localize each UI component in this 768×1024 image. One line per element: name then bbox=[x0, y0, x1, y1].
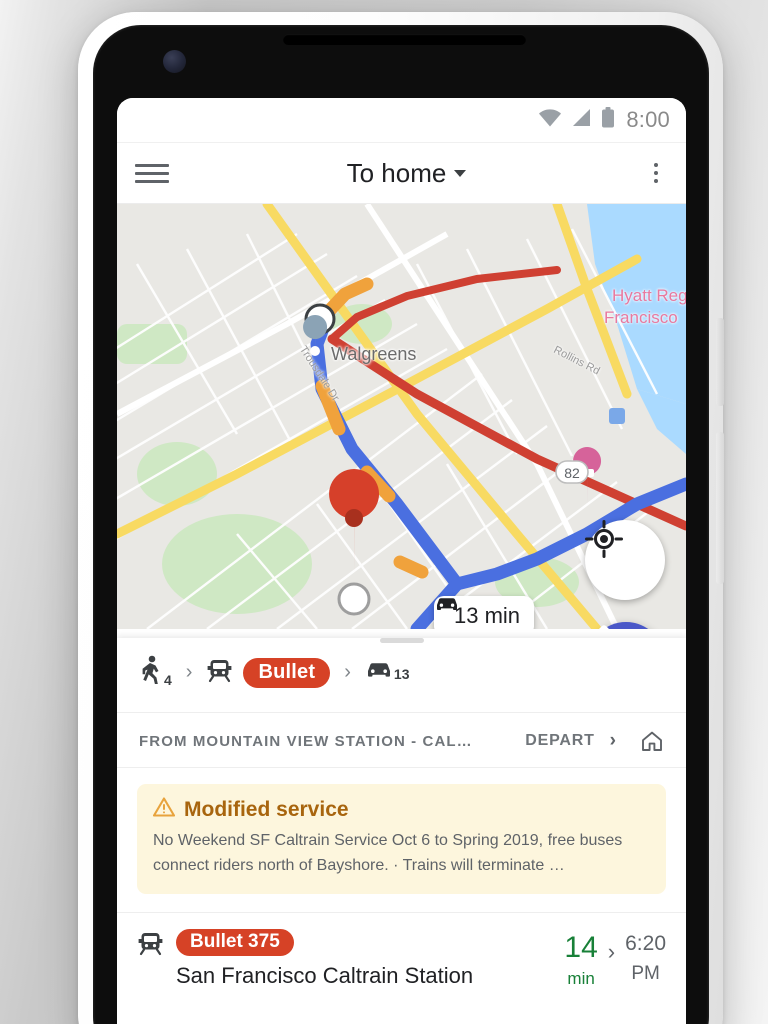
svg-text:82: 82 bbox=[564, 465, 580, 481]
departure-minutes-block: 14 min bbox=[564, 930, 598, 989]
alert-title: Modified service bbox=[184, 797, 349, 821]
home-icon[interactable] bbox=[640, 729, 664, 753]
departure-minutes-unit: min bbox=[567, 968, 595, 988]
volume-button[interactable] bbox=[716, 432, 724, 584]
from-station-label: FROM MOUNTAIN VIEW STATION - CAL… bbox=[139, 732, 473, 750]
departure-time: 6:20 bbox=[625, 931, 666, 955]
table-row[interactable]: Bullet 375 San Francisco Caltrain Statio… bbox=[117, 911, 686, 999]
departure-line-row: Bullet 375 bbox=[176, 928, 552, 956]
alert-header: Modified service bbox=[152, 797, 650, 822]
app-bar: To home bbox=[117, 143, 686, 204]
departure-destination: San Francisco Caltrain Station bbox=[176, 962, 474, 988]
cell-signal-icon bbox=[571, 108, 592, 132]
chevron-right-icon: › bbox=[185, 661, 193, 683]
eta-text: 13 min bbox=[454, 603, 521, 628]
walk-icon bbox=[139, 655, 163, 690]
battery-icon bbox=[601, 107, 615, 133]
alert-body-text: No Weekend SF Caltrain Service Oct 6 to … bbox=[153, 832, 623, 874]
recenter-crosshair-icon[interactable] bbox=[585, 520, 665, 600]
car-minutes: 13 bbox=[393, 666, 410, 682]
caret-down-icon bbox=[454, 169, 467, 177]
overflow-menu-icon[interactable] bbox=[644, 163, 668, 183]
transit-line-chip: Bullet bbox=[243, 657, 331, 688]
depart-button[interactable]: DEPART bbox=[525, 732, 594, 750]
warning-triangle-icon bbox=[152, 797, 176, 822]
front-camera-icon bbox=[163, 50, 186, 73]
eta-callout[interactable]: 13 min bbox=[434, 596, 535, 629]
departure-details: Bullet 375 San Francisco Caltrain Statio… bbox=[176, 928, 552, 989]
departure-minutes: 14 bbox=[564, 930, 598, 964]
title-dropdown[interactable]: To home bbox=[169, 158, 644, 189]
status-bar-time: 8:00 bbox=[626, 107, 670, 132]
from-depart-row: FROM MOUNTAIN VIEW STATION - CAL… DEPART… bbox=[117, 713, 686, 768]
phone-screen: 8:00 To home 82 Walgreens Hyatt Reg Fran… bbox=[117, 98, 686, 1024]
walk-segment: 4 bbox=[139, 655, 172, 690]
departure-timing: 14 min › 6:20 PM bbox=[564, 929, 666, 989]
train-icon-row bbox=[137, 929, 164, 962]
departure-line-chip: Bullet 375 bbox=[176, 928, 294, 956]
train-icon bbox=[206, 657, 233, 689]
walk-minutes: 4 bbox=[164, 672, 172, 688]
status-bar: 8:00 bbox=[117, 98, 686, 143]
departure-ampm: PM bbox=[631, 962, 660, 984]
page-title: To home bbox=[346, 157, 447, 188]
car-icon-2 bbox=[365, 661, 393, 684]
trip-mode-summary[interactable]: 4 › Bullet › 13 bbox=[117, 643, 686, 713]
map-label-francisco: Francisco bbox=[604, 308, 678, 327]
power-button[interactable] bbox=[716, 318, 724, 406]
hamburger-menu-icon[interactable] bbox=[135, 163, 169, 183]
chevron-right-icon-2: › bbox=[344, 661, 351, 683]
bottom-sheet: 4 › Bullet › 13 FROM MOUNTAIN VIEW STATI… bbox=[117, 638, 686, 1024]
departure-clock-block: 6:20 PM bbox=[625, 933, 666, 985]
drive-segment: 13 bbox=[365, 661, 410, 684]
map-view[interactable]: 82 Walgreens Hyatt Rege Francisco Trousd… bbox=[117, 204, 686, 629]
wifi-icon bbox=[538, 108, 562, 132]
screenshot-scene: 8:00 To home 82 Walgreens Hyatt Reg Fran… bbox=[0, 0, 768, 1024]
departures-list: Bullet 375 San Francisco Caltrain Statio… bbox=[117, 911, 686, 999]
service-alert-card[interactable]: Modified service No Weekend SF Caltrain … bbox=[137, 784, 666, 894]
speaker-grille bbox=[283, 34, 526, 45]
departure-chevron-icon[interactable]: › bbox=[608, 933, 615, 965]
depart-chevron-icon[interactable]: › bbox=[610, 730, 616, 752]
map-label-hyatt: Hyatt Rege bbox=[612, 286, 686, 305]
